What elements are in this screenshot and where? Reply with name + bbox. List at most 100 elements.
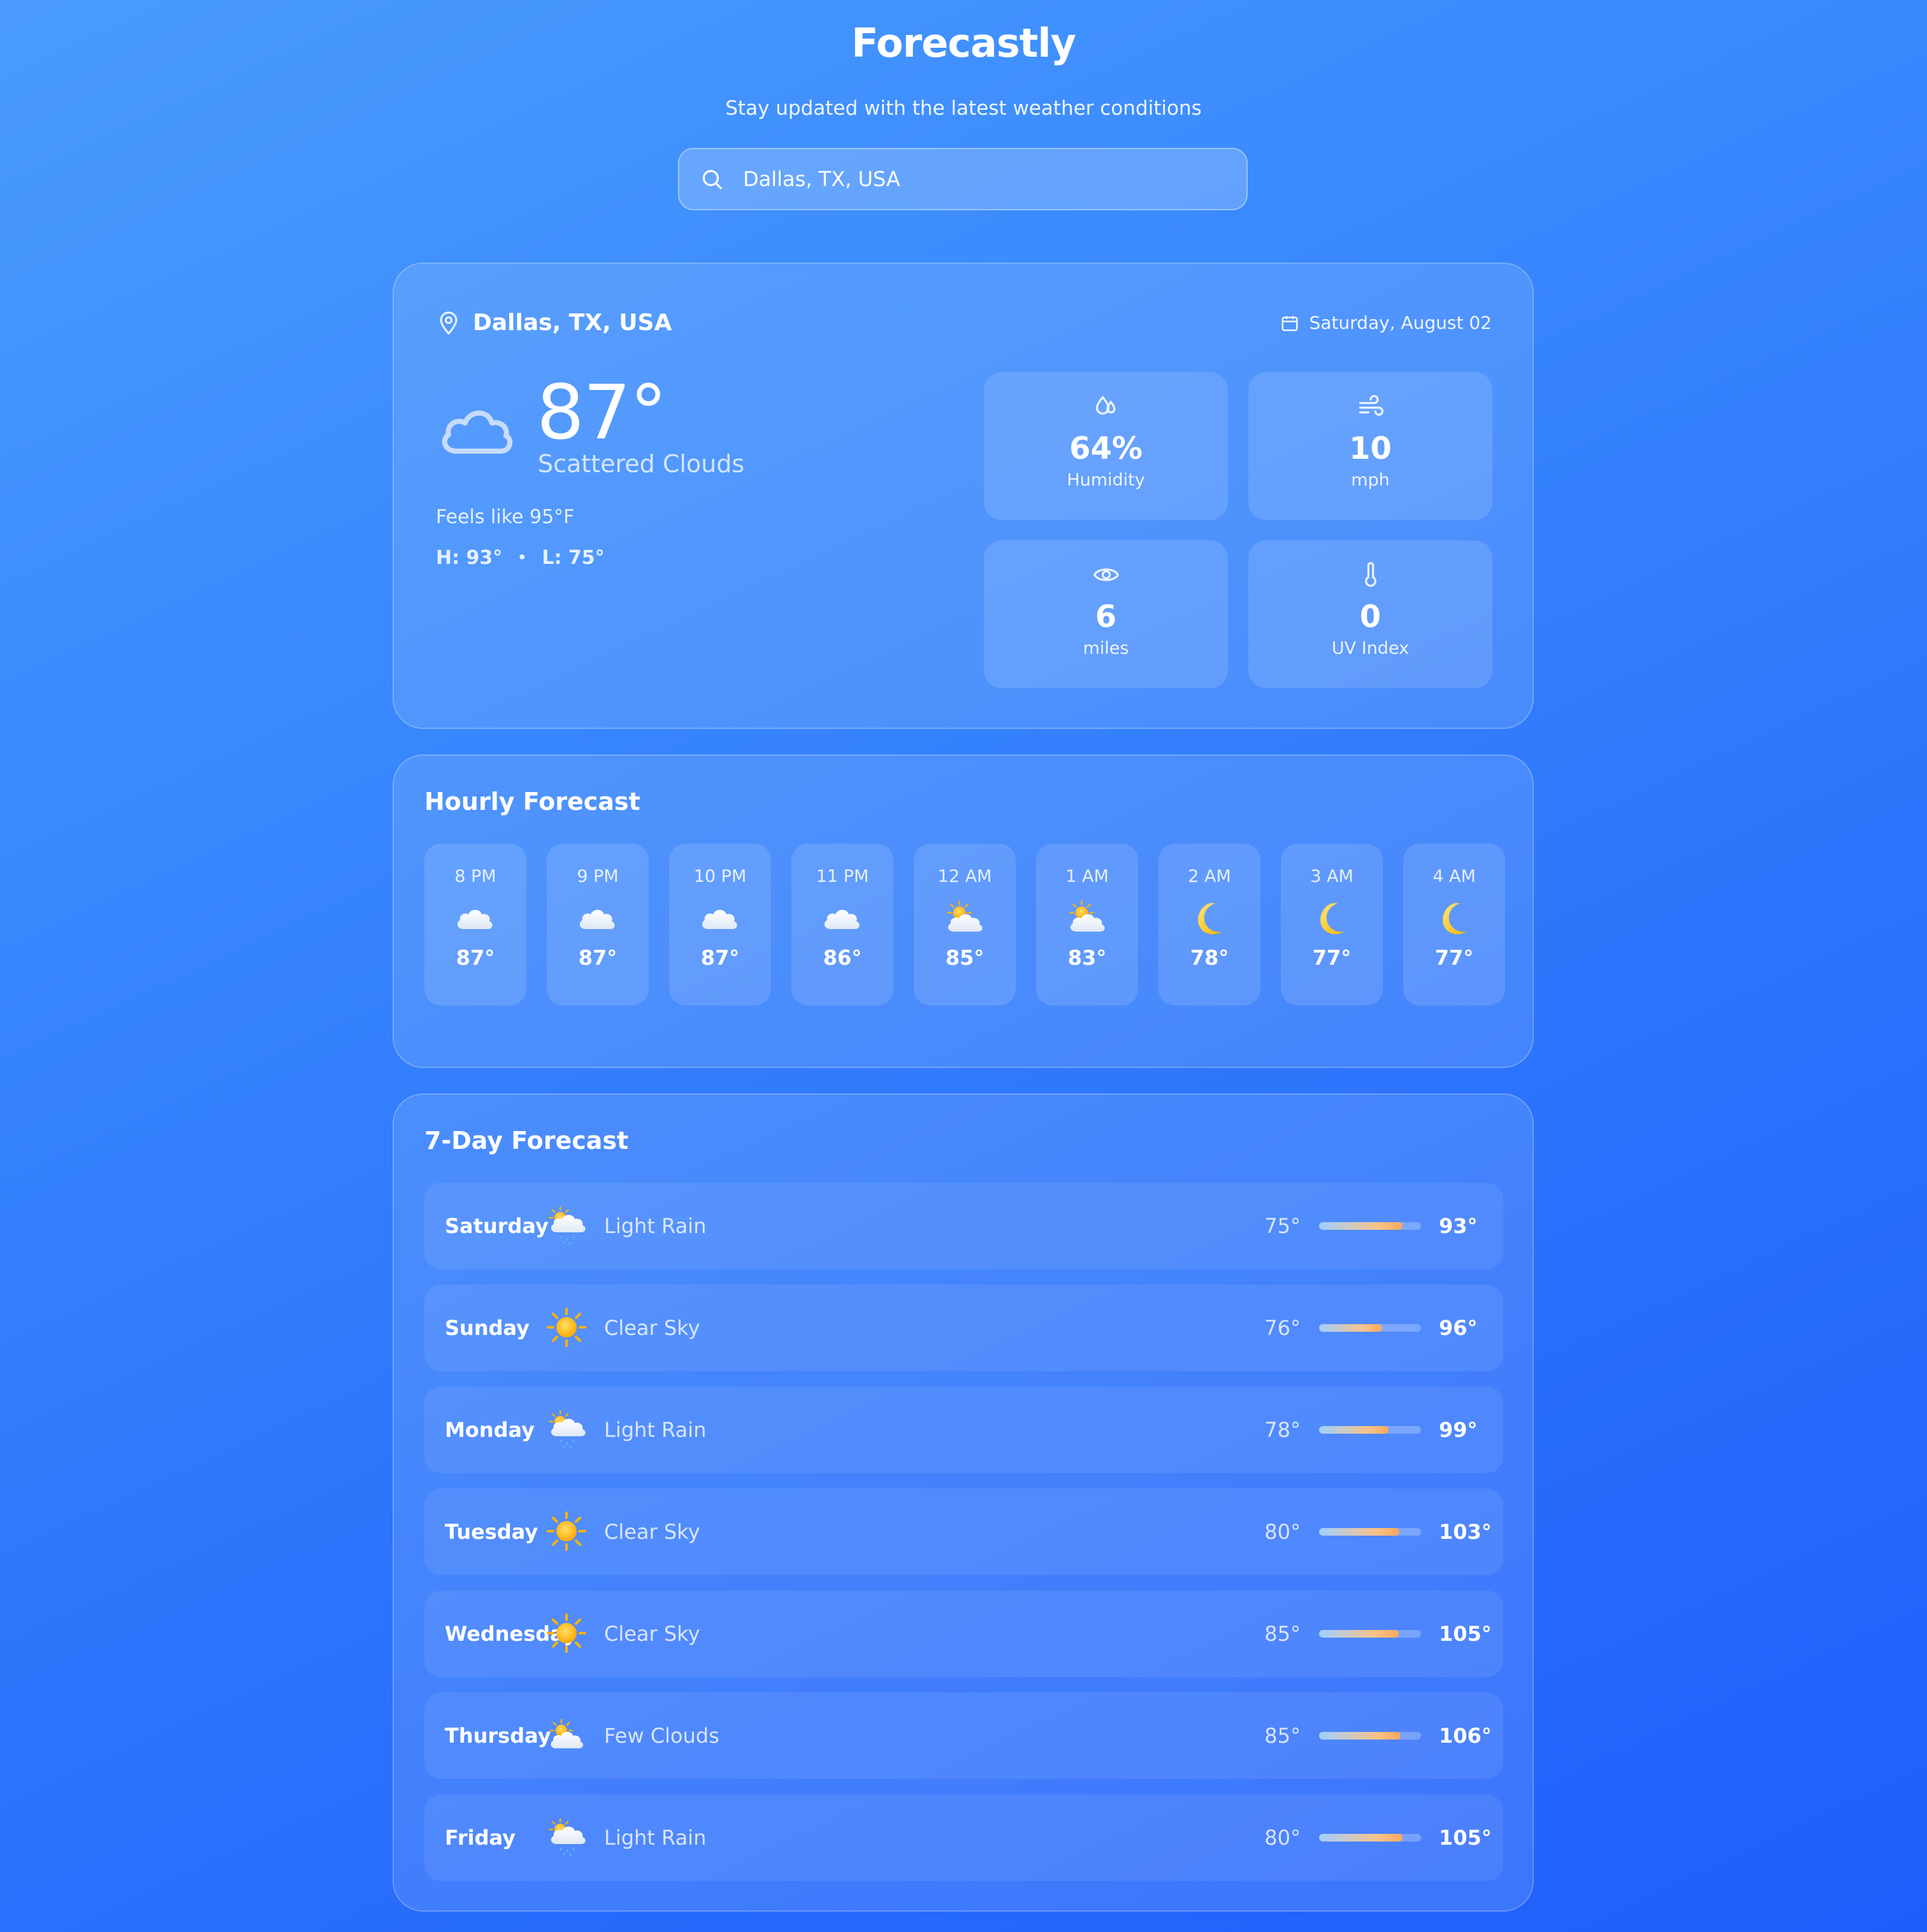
day-row-tuesday[interactable]: Tuesday Clear Sky 80° 103°	[424, 1489, 1503, 1575]
location-name: Dallas, TX, USA	[473, 310, 672, 336]
temp-range-bar	[1319, 1630, 1421, 1638]
cloud-icon	[453, 900, 498, 935]
uv-value: 0	[1359, 599, 1382, 635]
sun-rain-cloud-icon	[545, 1204, 588, 1246]
app-title: Forecastly	[851, 20, 1076, 66]
humidity-value: 64%	[1069, 431, 1143, 466]
hour-temp: 78°	[1190, 946, 1229, 970]
current-date: Saturday, August 02	[1309, 312, 1492, 333]
hour-temp: 85°	[945, 946, 985, 970]
day-high: 96°	[1439, 1316, 1478, 1340]
day-low: 85°	[1264, 1622, 1301, 1646]
hour-item: 9 PM 87°	[547, 844, 649, 1006]
low-temp: L: 75°	[542, 547, 605, 569]
crescent-moon-icon	[1187, 900, 1232, 935]
search-bar[interactable]	[678, 148, 1248, 210]
uv-label: UV Index	[1331, 638, 1410, 658]
hour-item: 11 PM 86°	[791, 844, 893, 1006]
hour-time: 8 PM	[454, 867, 496, 886]
cloud-icon	[698, 900, 742, 935]
hour-temp: 83°	[1067, 946, 1107, 970]
day-row-monday[interactable]: Monday Light Rain 78° 99°	[424, 1387, 1503, 1473]
day-condition: Clear Sky	[604, 1622, 700, 1646]
day-low: 80°	[1264, 1826, 1301, 1850]
day-high: 93°	[1439, 1214, 1478, 1238]
current-condition: Scattered Clouds	[538, 450, 745, 478]
visibility-label: miles	[1083, 638, 1129, 658]
visibility-value: 6	[1095, 599, 1117, 635]
hour-time: 12 AM	[937, 867, 992, 886]
day-name: Saturday	[445, 1214, 549, 1238]
hour-time: 2 AM	[1188, 867, 1231, 886]
temp-range-fill	[1319, 1324, 1383, 1332]
temp-range-bar	[1319, 1732, 1421, 1740]
humidity-label: Humidity	[1067, 470, 1145, 490]
day-row-thursday[interactable]: Thursday Few Clouds 85° 106°	[424, 1692, 1503, 1779]
hour-item: 8 PM 87°	[424, 844, 526, 1006]
date-row: Saturday, August 02	[1280, 312, 1492, 333]
hour-time: 1 AM	[1065, 867, 1109, 886]
daily-title: 7-Day Forecast	[424, 1127, 629, 1155]
hour-item: 4 AM 77°	[1403, 844, 1505, 1006]
sun-behind-cloud-icon	[545, 1714, 588, 1756]
stat-humidity: 64% Humidity	[984, 372, 1228, 520]
app-subtitle: Stay updated with the latest weather con…	[725, 97, 1202, 120]
hourly-list[interactable]: 8 PM 87° 9 PM 87° 10 PM 87° 11 PM 86° 12…	[424, 844, 1505, 1006]
stat-wind: 10 mph	[1248, 372, 1492, 520]
day-high: 106°	[1439, 1724, 1492, 1748]
day-high: 105°	[1439, 1826, 1492, 1850]
day-condition: Clear Sky	[604, 1520, 700, 1544]
day-row-saturday[interactable]: Saturday Light Rain 75° 93°	[424, 1183, 1503, 1269]
day-condition: Light Rain	[604, 1214, 707, 1238]
day-condition: Light Rain	[604, 1418, 707, 1442]
temp-range-bar	[1319, 1834, 1421, 1842]
hour-temp: 77°	[1312, 946, 1352, 970]
wind-icon	[1359, 394, 1383, 416]
location-row: Dallas, TX, USA	[437, 310, 672, 336]
temp-range-fill	[1319, 1630, 1399, 1638]
day-row-wednesday[interactable]: Wednesday Clear Sky 85° 105°	[424, 1590, 1503, 1677]
search-input[interactable]	[742, 166, 1229, 192]
hour-item: 3 AM 77°	[1281, 844, 1383, 1006]
day-row-sunday[interactable]: Sunday Clear Sky 76° 96°	[424, 1285, 1503, 1371]
sun-rain-cloud-icon	[545, 1408, 588, 1450]
day-low: 80°	[1264, 1520, 1301, 1544]
feels-like: Feels like 95°F	[436, 506, 575, 528]
cloud-icon	[820, 900, 865, 935]
high-temp: H: 93°	[436, 547, 503, 569]
temp-range-fill	[1319, 1834, 1403, 1842]
sun-icon	[545, 1510, 588, 1552]
visibility-icon	[1093, 568, 1119, 581]
temp-range-bar	[1319, 1426, 1421, 1434]
hour-temp: 87°	[456, 946, 495, 970]
day-name: Monday	[445, 1418, 535, 1442]
stat-visibility: 6 miles	[984, 540, 1228, 688]
crescent-moon-icon	[1432, 900, 1476, 935]
day-name: Friday	[445, 1826, 516, 1850]
sun-rain-cloud-icon	[545, 1816, 588, 1858]
day-low: 75°	[1264, 1214, 1301, 1238]
day-row-friday[interactable]: Friday Light Rain 80° 105°	[424, 1794, 1503, 1881]
temp-range-fill	[1319, 1732, 1401, 1740]
day-name: Tuesday	[445, 1520, 538, 1544]
hour-item: 1 AM 83°	[1036, 844, 1138, 1006]
day-low: 78°	[1264, 1418, 1301, 1442]
hour-temp: 77°	[1434, 946, 1474, 970]
sun-behind-cloud-icon	[1065, 900, 1109, 935]
calendar-icon	[1281, 315, 1297, 331]
day-high: 103°	[1439, 1520, 1492, 1544]
hour-time: 9 PM	[577, 867, 619, 886]
humidity-icon	[1095, 396, 1115, 415]
cloud-icon	[442, 410, 513, 454]
temp-range-bar	[1319, 1528, 1421, 1536]
current-weather-card: Dallas, TX, USA Saturday, August 02 87° …	[393, 263, 1534, 729]
hour-item: 12 AM 85°	[914, 844, 1016, 1006]
wind-value: 10	[1349, 431, 1392, 466]
day-condition: Light Rain	[604, 1826, 707, 1850]
cloud-icon	[575, 900, 620, 935]
search-icon	[702, 169, 722, 189]
sun-icon	[545, 1612, 588, 1654]
temp-range-bar	[1319, 1324, 1421, 1332]
day-high: 99°	[1439, 1418, 1478, 1442]
hour-temp: 86°	[823, 946, 862, 970]
